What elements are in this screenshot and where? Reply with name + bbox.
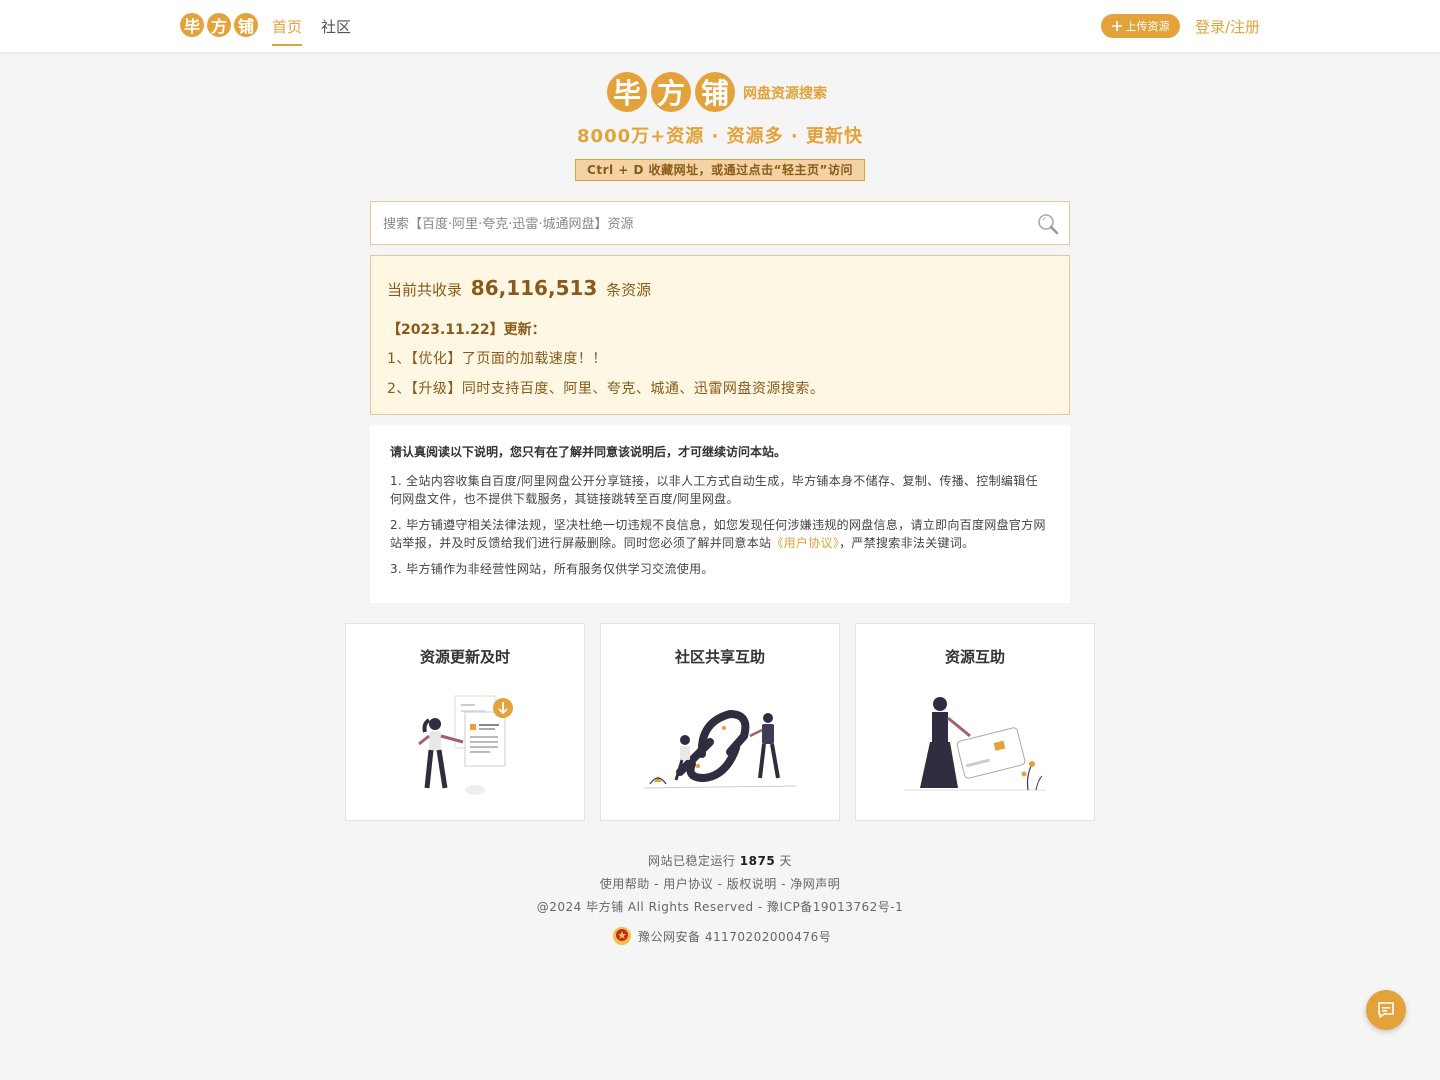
resource-count-line: 当前共收录 86,116,513 条资源 <box>387 276 651 300</box>
copyright-line[interactable]: @2024 毕方铺 All Rights Reserved - 豫ICP备190… <box>0 898 1440 915</box>
footer-link-clean-net[interactable]: 净网声明 <box>790 877 840 891</box>
chat-icon <box>1378 1002 1394 1018</box>
hero-tagline: 网盘资源搜索 <box>743 86 827 102</box>
card-title: 资源更新及时 <box>419 648 510 666</box>
logo-char: 铺 <box>234 13 258 37</box>
police-record-text: 豫公网安备 41170202000476号 <box>638 929 832 944</box>
hero-logo-char: 毕 <box>607 72 647 112</box>
logo-char: 毕 <box>180 13 204 37</box>
stats-panel: 当前共收录 86,116,513 条资源 【2023.11.22】更新： 1、【… <box>370 255 1070 415</box>
count-suffix: 条资源 <box>606 281 652 299</box>
disclaimer-item-3: 3. 毕方铺作为非经营性网站，所有服务仅供学习交流使用。 <box>390 562 714 576</box>
footer-link-help[interactable]: 使用帮助 <box>600 877 650 891</box>
logo-char: 方 <box>207 13 231 37</box>
footer-link-agreement[interactable]: 用户协议 <box>663 877 713 891</box>
footer-separator: - <box>654 877 664 891</box>
person-card-illustration <box>904 697 1046 791</box>
person-documents-illustration <box>418 695 513 795</box>
chat-button[interactable] <box>1366 990 1406 1030</box>
uptime-days: 1875 <box>739 854 776 868</box>
people-chain-illustration <box>643 709 797 789</box>
upload-resource-button[interactable]: 上传资源 <box>1101 14 1180 38</box>
tab-community[interactable]: 社区 <box>321 16 351 37</box>
hero-logo: 毕 方 铺 <box>607 72 735 112</box>
feature-card-community: 社区共享互助 <box>600 623 840 821</box>
feature-card-help: 资源互助 <box>855 623 1095 821</box>
police-record[interactable]: 豫公网安备 41170202000476号 <box>612 926 831 946</box>
card-title: 资源互助 <box>944 648 1005 666</box>
footer-separator: - <box>717 877 727 891</box>
bookmark-tip: Ctrl + D 收藏网址，或通过点击“轻主页”访问 <box>575 159 865 181</box>
count-prefix: 当前共收录 <box>387 281 463 299</box>
user-agreement-link[interactable]: 《用户协议》 <box>771 536 839 550</box>
update-item: 2、【升级】同时支持百度、阿里、夸克、城通、迅雷网盘资源搜索。 <box>387 381 825 397</box>
plus-icon <box>1111 21 1122 31</box>
uptime-prefix: 网站已稳定运行 <box>647 854 736 868</box>
update-title: 【2023.11.22】更新： <box>387 322 546 338</box>
upload-resource-label: 上传资源 <box>1125 20 1170 33</box>
disclaimer-item-2-tail: ，严禁搜索非法关键词。 <box>839 536 975 550</box>
disclaimer-item-1: 1. 全站内容收集自百度/阿里网盘公开分享链接，以非人工方式自动生成，毕方铺本身… <box>390 474 1038 506</box>
uptime-line: 网站已稳定运行 1875 天 <box>0 852 1440 869</box>
search-bar <box>370 201 1070 246</box>
hero-logo-char: 铺 <box>695 72 735 112</box>
resource-count: 86,116,513 <box>470 276 598 300</box>
footer-links: 使用帮助 - 用户协议 - 版权说明 - 净网声明 <box>0 875 1440 892</box>
update-item: 1、【优化】了页面的加载速度！！ <box>387 351 607 367</box>
footer-link-copyright[interactable]: 版权说明 <box>727 877 777 891</box>
search-input[interactable] <box>381 202 1025 246</box>
footer-separator: - <box>781 877 791 891</box>
feature-card-updates: 资源更新及时 <box>345 623 585 821</box>
login-register-link[interactable]: 登录/注册 <box>1195 16 1260 37</box>
hero-slogan: 8000万+资源 · 资源多 · 更新快 <box>577 126 863 147</box>
uptime-suffix: 天 <box>779 854 793 868</box>
police-badge-icon <box>613 927 631 945</box>
disclaimer-panel: 请认真阅读以下说明，您只有在了解并同意该说明后，才可继续访问本站。 1. 全站内… <box>370 425 1070 603</box>
top-navbar: 毕 方 铺 首页 社区 上传资源 登录/注册 <box>0 0 1440 53</box>
disclaimer-item-2: 2. 毕方铺遵守相关法律法规，坚决杜绝一切违规不良信息，如您发现任何涉嫌违规的网… <box>390 516 1050 552</box>
card-title: 社区共享互助 <box>674 648 765 666</box>
hero-logo-char: 方 <box>651 72 691 112</box>
site-logo[interactable]: 毕 方 铺 <box>180 13 258 37</box>
tab-home[interactable]: 首页 <box>272 16 303 46</box>
search-icon[interactable] <box>1036 212 1060 236</box>
disclaimer-heading: 请认真阅读以下说明，您只有在了解并同意该说明后，才可继续访问本站。 <box>390 445 787 459</box>
